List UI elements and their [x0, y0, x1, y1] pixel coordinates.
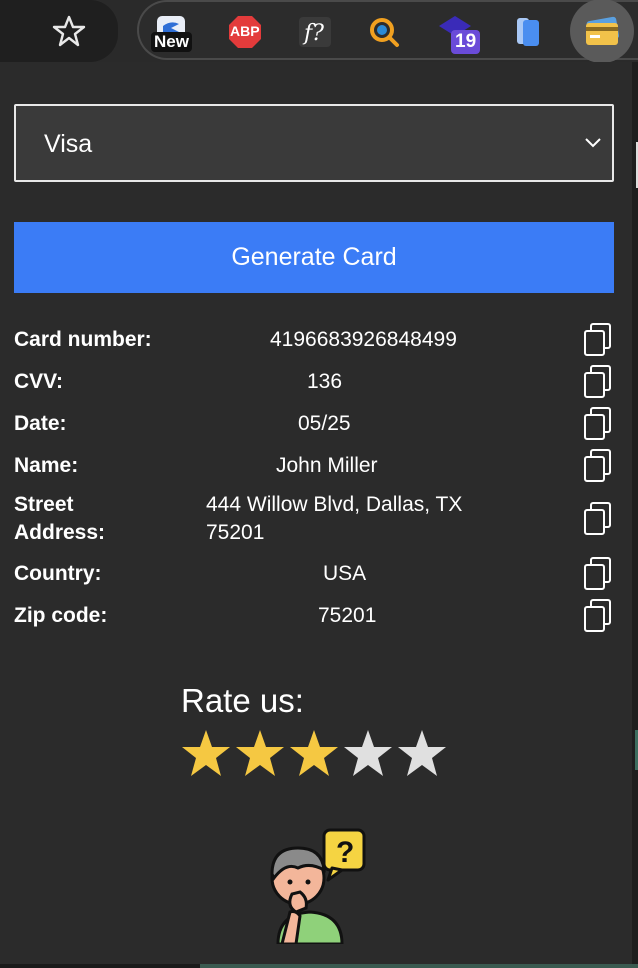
copy-icon[interactable] [582, 406, 614, 442]
svg-text:f?: f? [302, 21, 324, 46]
adblock-plus-icon[interactable]: ABP [225, 12, 265, 52]
street-value-line2: 75201 [206, 521, 265, 544]
lens-extension-icon[interactable] [365, 12, 405, 52]
zip-code-label: Zip code: [14, 604, 108, 627]
zip-code-value: 75201 [318, 604, 377, 627]
card-generator-extension-icon[interactable] [570, 0, 634, 63]
date-label: Date: [14, 412, 67, 435]
card-type-select[interactable]: Visa [14, 104, 614, 182]
copy-icon[interactable] [582, 501, 614, 537]
copy-icon[interactable] [582, 322, 614, 358]
country-value: USA [323, 562, 367, 585]
name-label: Name: [14, 454, 79, 477]
abp-label: ABP [230, 23, 260, 39]
name-value: John Miller [276, 454, 378, 477]
cvv-value: 136 [307, 370, 343, 393]
tab-manager-icon[interactable] [511, 12, 551, 52]
card-type-value: Visa [44, 130, 93, 158]
cvv-label: CVV: [14, 370, 64, 393]
new-extension-icon[interactable]: New [151, 12, 192, 52]
bottom-strip [0, 964, 638, 968]
street-value-line1: 444 Willow Blvd, Dallas, TX [206, 493, 463, 516]
extensions-bar: New ABP f? 19 [137, 0, 638, 63]
date-value: 05/25 [298, 412, 351, 435]
street-label-line2: Address: [14, 521, 106, 544]
chevron-down-icon [585, 138, 601, 148]
count-badge: 19 [451, 30, 481, 54]
copy-icon[interactable] [582, 448, 614, 484]
copy-icon[interactable] [582, 598, 614, 634]
star-filled-icon[interactable] [288, 728, 340, 780]
star-empty-icon[interactable] [342, 728, 394, 780]
copy-icon[interactable] [582, 364, 614, 400]
card-number-label: Card number: [14, 328, 152, 351]
scrollbar-edge [632, 62, 638, 968]
star-filled-icon[interactable] [234, 728, 286, 780]
svg-text:?: ? [336, 836, 354, 869]
card-generator-popup: Visa Generate Card Card number: 41966839… [0, 62, 632, 968]
bookmark-star-icon[interactable] [52, 14, 86, 48]
country-label: Country: [14, 562, 102, 585]
card-number-value: 4196683926848499 [270, 328, 457, 351]
address-bar-end [0, 0, 118, 62]
tasks-extension-icon[interactable]: 19 [435, 12, 481, 54]
rate-us-title: Rate us: [181, 682, 304, 719]
font-finder-icon[interactable]: f? [295, 12, 335, 52]
thinking-person-illustration: ? [270, 828, 366, 944]
generate-card-button[interactable]: Generate Card [14, 222, 614, 293]
street-label-line1: Street [14, 493, 74, 516]
star-filled-icon[interactable] [180, 728, 232, 780]
star-empty-icon[interactable] [396, 728, 448, 780]
browser-toolbar: New ABP f? 19 [0, 0, 638, 63]
copy-icon[interactable] [582, 556, 614, 592]
new-badge: New [151, 32, 192, 52]
